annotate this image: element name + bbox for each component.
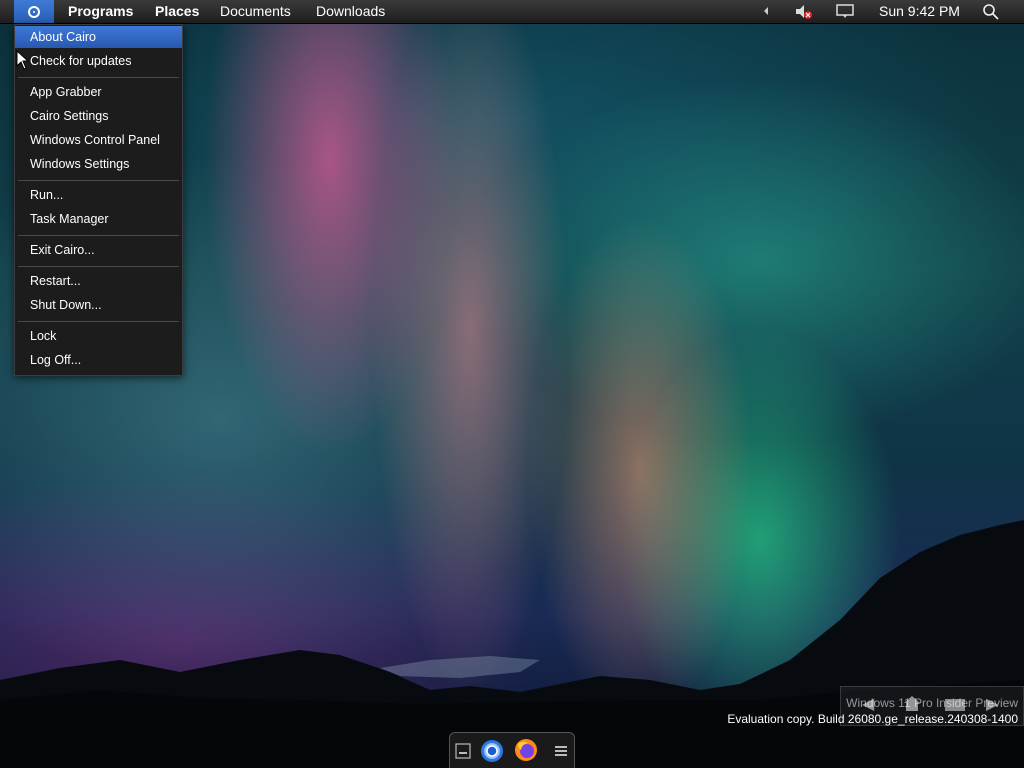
menu-item-check-updates[interactable]: Check for updates [15,50,182,72]
watermark-build: Evaluation copy. Build 26080.ge_release.… [727,712,1018,726]
menu-programs[interactable]: Programs [68,3,133,20]
clock[interactable]: Sun 9:42 PM [879,3,960,20]
menu-item-run[interactable]: Run... [15,184,182,206]
menu-item-task-manager[interactable]: Task Manager [15,208,182,230]
search-icon[interactable] [982,3,999,20]
cairo-menu-button[interactable] [14,0,54,23]
chrome-icon[interactable] [480,739,504,763]
menu-item-control-panel[interactable]: Windows Control Panel [15,129,182,151]
mouse-cursor-icon [16,50,30,70]
menu-separator [18,235,179,236]
menu-item-windows-settings[interactable]: Windows Settings [15,153,182,175]
menu-documents[interactable]: Documents [220,3,291,20]
menu-item-about-cairo[interactable]: About Cairo [15,26,182,48]
menu-item-app-grabber[interactable]: App Grabber [15,81,182,103]
menu-item-log-off[interactable]: Log Off... [15,349,182,371]
menu-item-shut-down[interactable]: Shut Down... [15,294,182,316]
menu-item-exit-cairo[interactable]: Exit Cairo... [15,239,182,261]
firefox-icon[interactable] [514,738,538,762]
watermark-edition: Windows 11 Pro Insider Preview [846,696,1018,710]
menu-item-cairo-settings[interactable]: Cairo Settings [15,105,182,127]
dock [449,732,575,768]
show-desktop-icon[interactable] [455,743,471,759]
menu-places[interactable]: Places [155,3,199,20]
menu-separator [18,266,179,267]
menu-item-restart[interactable]: Restart... [15,270,182,292]
menu-separator [18,321,179,322]
menu-separator [18,180,179,181]
action-center-icon[interactable] [836,4,854,19]
menu-item-lock[interactable]: Lock [15,325,182,347]
cairo-logo-icon [28,5,40,18]
speaker-muted-icon[interactable] [794,3,814,20]
menu-bar: Programs Places Documents Downloads Sun … [0,0,1024,24]
menu-icon[interactable] [554,744,568,758]
chevron-left-icon[interactable] [762,6,770,16]
menu-separator [18,77,179,78]
menu-downloads[interactable]: Downloads [316,3,385,20]
